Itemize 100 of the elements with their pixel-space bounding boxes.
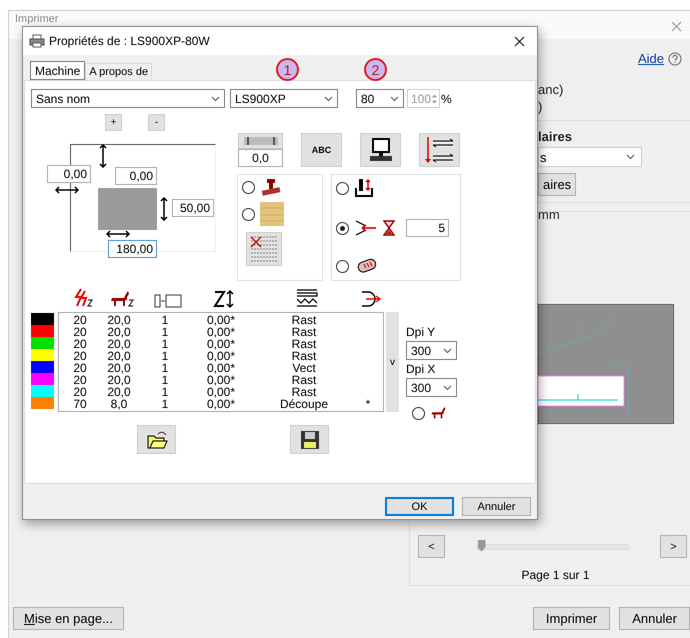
radio-button[interactable] <box>412 406 425 420</box>
table-cell: 0,00* <box>206 386 236 398</box>
profile-select[interactable]: Sans nom <box>31 89 225 108</box>
print-button[interactable]: Imprimer <box>532 607 610 630</box>
folder-icon <box>146 430 168 450</box>
bar-button[interactable] <box>238 133 283 149</box>
top-margin-field[interactable]: 0,00 <box>115 167 157 185</box>
grid-icon <box>249 235 279 263</box>
tab[interactable]: A propos de <box>85 63 152 80</box>
focus-icon <box>354 178 376 198</box>
table-cell: 8,0 <box>110 398 128 410</box>
table-cell: 0,00* <box>206 362 236 374</box>
printer-status: anc) <box>538 82 564 97</box>
table-cell: 20,0 <box>107 374 131 386</box>
hourglass-icon <box>383 220 395 236</box>
table-cell: 20,0 <box>107 350 131 362</box>
chevron-down-icon <box>626 154 635 160</box>
offset-field[interactable]: 0,0 <box>238 149 283 167</box>
tab[interactable]: Machine <box>30 61 86 80</box>
zoom-out-button[interactable]: - <box>148 114 165 131</box>
table-cell: 20 <box>73 362 87 374</box>
grid-button[interactable] <box>246 232 282 266</box>
power-select[interactable]: 80 <box>356 89 404 108</box>
next-page-button[interactable]: > <box>660 535 687 558</box>
ok-button[interactable]: OK <box>385 497 454 516</box>
table-cell: 0,00* <box>206 326 236 338</box>
table-cell: 0,00* <box>206 350 236 362</box>
table-cell: 1 <box>162 338 168 350</box>
height-field[interactable]: 50,00 <box>172 199 214 217</box>
deer-icon <box>109 290 135 308</box>
computer-button[interactable] <box>360 133 401 167</box>
table-cell: Rast <box>292 314 316 326</box>
horizontal-arrow-icon <box>55 186 79 194</box>
section-heading: laires <box>538 129 572 144</box>
radio-button[interactable] <box>336 260 349 272</box>
slider-thumb[interactable] <box>478 540 486 552</box>
help-link[interactable]: Aide <box>638 51 664 66</box>
counter-icon <box>154 294 182 308</box>
window-title: Imprimer <box>15 13 60 25</box>
work-area-rectangle <box>98 188 157 230</box>
text-button[interactable]: ABC <box>301 133 342 167</box>
delay-field[interactable]: 5 <box>406 219 449 237</box>
z-height-icon <box>213 290 235 308</box>
machine-select[interactable]: LS900XP <box>230 89 338 108</box>
direction-button[interactable] <box>419 133 460 167</box>
printer-icon <box>29 34 45 48</box>
color-swatch[interactable] <box>31 397 54 409</box>
color-swatch[interactable] <box>31 373 54 385</box>
table-cell: 20,0 <box>107 326 131 338</box>
table-cell: 20,0 <box>107 362 131 374</box>
table-cell: 20,0 <box>107 314 131 326</box>
dpi-y-label: Dpi Y <box>406 325 436 339</box>
color-swatch[interactable] <box>31 385 54 397</box>
radio-button[interactable] <box>336 182 349 194</box>
table-cell: 20 <box>73 374 87 386</box>
table-cell: 1 <box>162 374 168 386</box>
table-cell: Vect <box>292 362 316 374</box>
wood-icon <box>260 202 284 226</box>
table-cell: * <box>366 398 370 410</box>
table-cell: 20 <box>73 338 87 350</box>
color-swatch[interactable] <box>31 361 54 373</box>
table-cell: 1 <box>162 398 168 410</box>
left-margin-field[interactable]: 0,00 <box>47 165 91 183</box>
dpi-x-select[interactable]: 300 <box>406 378 457 397</box>
chevron-down-icon <box>443 384 452 390</box>
options-button[interactable]: aires <box>538 173 576 196</box>
cancel-button[interactable]: Annuler <box>619 607 690 630</box>
table-cell: Rast <box>292 374 316 386</box>
stamp-icon <box>260 178 282 196</box>
arrows-icon <box>424 135 456 165</box>
cancel-button[interactable]: Annuler <box>462 497 531 516</box>
previous-page-button[interactable]: < <box>418 535 445 558</box>
power-icon <box>73 288 93 308</box>
dialog-title: Propriétés de : LS900XP-80W <box>49 34 211 48</box>
dpi-y-select[interactable]: 300 <box>406 341 457 360</box>
table-cell: 0,00* <box>206 314 236 326</box>
vertical-arrow-icon <box>99 144 107 168</box>
radio-button[interactable] <box>336 222 349 234</box>
close-icon[interactable] <box>514 36 525 46</box>
open-button[interactable] <box>137 425 176 454</box>
color-swatch[interactable] <box>31 325 54 337</box>
color-swatch[interactable] <box>31 349 54 361</box>
save-button[interactable] <box>290 425 329 454</box>
callout-number: 2 <box>364 58 387 81</box>
table-cell: 1 <box>162 314 168 326</box>
paper-size-text: mm <box>538 207 560 222</box>
width-field[interactable]: 180,00 <box>108 240 157 258</box>
table-cell: Découpe <box>280 398 328 410</box>
color-swatch[interactable] <box>31 337 54 349</box>
copies-select[interactable]: s <box>538 147 642 167</box>
horizontal-arrow-icon <box>106 230 130 238</box>
table-cell: 0,00* <box>206 338 236 350</box>
page-setup-button[interactable]: Mise en page... <box>13 607 124 630</box>
scroll-button[interactable]: v <box>386 312 399 412</box>
vertical-arrow-icon <box>160 197 168 221</box>
radio-button[interactable] <box>242 180 255 194</box>
radio-button[interactable] <box>242 208 255 220</box>
table-cell: Rast <box>292 386 316 398</box>
color-swatch[interactable] <box>31 313 54 325</box>
zoom-in-button[interactable]: + <box>105 114 122 131</box>
